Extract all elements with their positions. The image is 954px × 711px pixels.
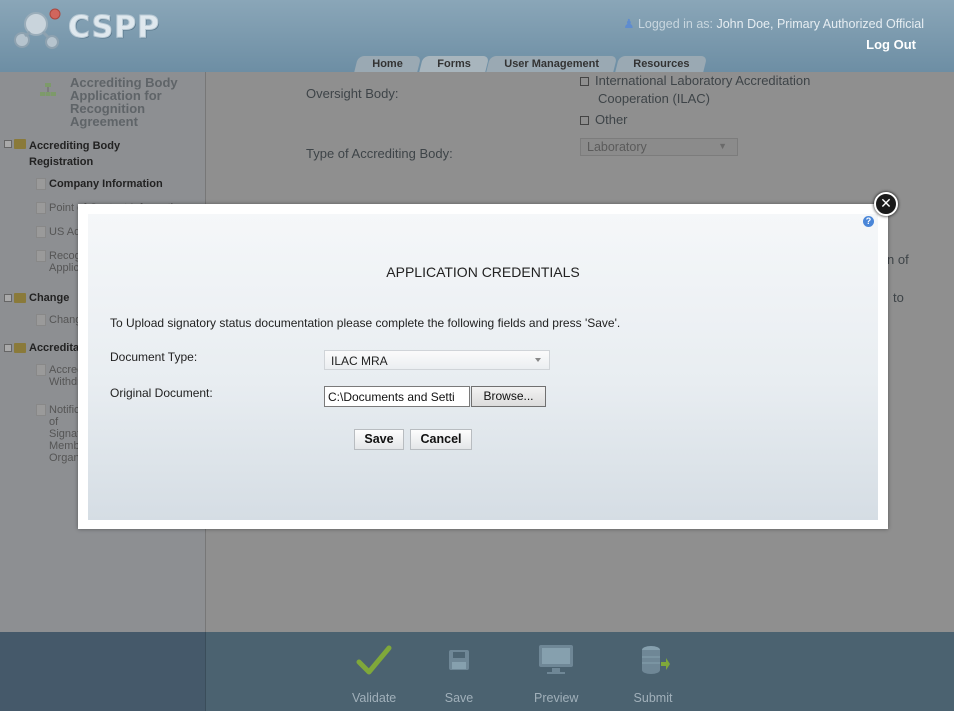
dialog-title: APPLICATION CREDENTIALS — [386, 264, 580, 280]
tab-home-label: Home — [372, 58, 403, 70]
document-type-label: Document Type: — [110, 350, 198, 364]
option-other-label: Other — [595, 112, 628, 127]
logged-in-prefix: Logged in as: — [637, 17, 713, 31]
user-icon: ♟ — [623, 17, 635, 31]
sidebar-title: Accrediting Body Application for Recogni… — [70, 75, 178, 129]
user-name: John Doe, Primary Authorized Official — [716, 17, 924, 31]
tree-group-change-label: Change — [29, 292, 70, 304]
save-toolbar-label: Save — [444, 691, 474, 705]
tree-group-registration-label: Accrediting Body Registration — [29, 140, 121, 168]
help-icon[interactable]: ? — [863, 216, 874, 227]
original-document-label: Original Document: — [110, 386, 213, 400]
cspp-logo: CSPP — [12, 4, 162, 54]
submit-label: Submit — [633, 691, 673, 705]
preview-label: Preview — [534, 691, 579, 705]
tree-item-company-label: Company Information — [49, 178, 163, 190]
validate-button[interactable]: Validate — [352, 640, 396, 705]
footer-left-panel — [0, 632, 206, 711]
document-type-value: ILAC MRA — [331, 354, 388, 368]
save-toolbar-button[interactable]: Save — [438, 640, 480, 705]
database-upload-icon — [642, 646, 670, 674]
collapse-icon[interactable] — [4, 140, 12, 149]
collapse-icon[interactable] — [4, 294, 12, 303]
document-type-select[interactable]: ILAC MRA — [324, 350, 550, 370]
dialog-instructions: To Upload signatory status documentation… — [110, 316, 621, 330]
option-ilac-line2: Cooperation (ILAC) — [598, 91, 710, 106]
app-header: CSPP ♟ Logged in as: John Doe, Primary A… — [0, 0, 954, 74]
close-dialog-icon[interactable]: ✕ — [874, 192, 898, 216]
folder-icon — [14, 343, 26, 354]
tree-item-company[interactable]: Company Information — [36, 178, 163, 191]
molecule-logo-icon — [14, 8, 61, 49]
type-value: Laboratory — [587, 140, 647, 154]
logout-link[interactable]: Log Out — [866, 37, 916, 52]
logo-text: CSPP — [67, 10, 161, 46]
preview-button[interactable]: Preview — [534, 640, 578, 705]
document-icon — [36, 226, 46, 239]
collapse-icon[interactable] — [4, 344, 12, 353]
option-other[interactable]: Other — [580, 112, 628, 127]
other-checkbox[interactable] — [580, 116, 589, 126]
clipped-text-2: to — [893, 290, 904, 305]
sitemap-icon — [40, 83, 56, 96]
tab-resources-label: Resources — [633, 58, 690, 70]
validate-label: Validate — [352, 691, 397, 705]
tab-forms-label: Forms — [436, 58, 471, 70]
document-icon — [36, 364, 46, 377]
application-credentials-dialog: ? APPLICATION CREDENTIALS To Upload sign… — [88, 214, 878, 520]
browse-button[interactable]: Browse... — [471, 386, 546, 407]
document-icon — [36, 404, 46, 417]
type-of-accrediting-body-select[interactable]: Laboratory ▼ — [580, 138, 738, 156]
logged-in-status: ♟ Logged in as: John Doe, Primary Author… — [623, 16, 924, 31]
chevron-down-icon: ▼ — [718, 141, 727, 151]
clipped-text-1: n of — [887, 252, 909, 267]
submit-button[interactable]: Submit — [632, 640, 674, 705]
folder-icon — [14, 139, 26, 150]
action-toolbar: Validate Save Preview Submit — [0, 632, 954, 711]
original-document-file-input[interactable]: C:\Documents and Setti — [324, 386, 470, 407]
tree-group-change[interactable]: Change — [4, 292, 69, 304]
checkmark-icon — [356, 645, 392, 675]
floppy-disk-icon — [449, 650, 469, 670]
folder-icon — [14, 293, 26, 304]
option-ilac-line1: International Laboratory Accreditation — [595, 73, 811, 88]
document-icon — [36, 250, 46, 263]
cancel-button[interactable]: Cancel — [410, 429, 472, 450]
save-button[interactable]: Save — [354, 429, 404, 450]
oversight-body-label: Oversight Body: — [306, 86, 399, 101]
document-icon — [36, 314, 46, 327]
tab-user-management-label: User Management — [504, 58, 600, 70]
chevron-down-icon — [535, 358, 541, 362]
document-icon — [36, 178, 46, 191]
type-of-accrediting-body-label: Type of Accrediting Body: — [306, 146, 453, 161]
document-icon — [36, 202, 46, 215]
option-ilac[interactable]: International Laboratory Accreditation C… — [580, 72, 810, 108]
tree-group-registration[interactable]: Accrediting Body Registration — [4, 138, 149, 170]
ilac-checkbox[interactable] — [580, 77, 589, 87]
monitor-icon — [539, 645, 574, 674]
